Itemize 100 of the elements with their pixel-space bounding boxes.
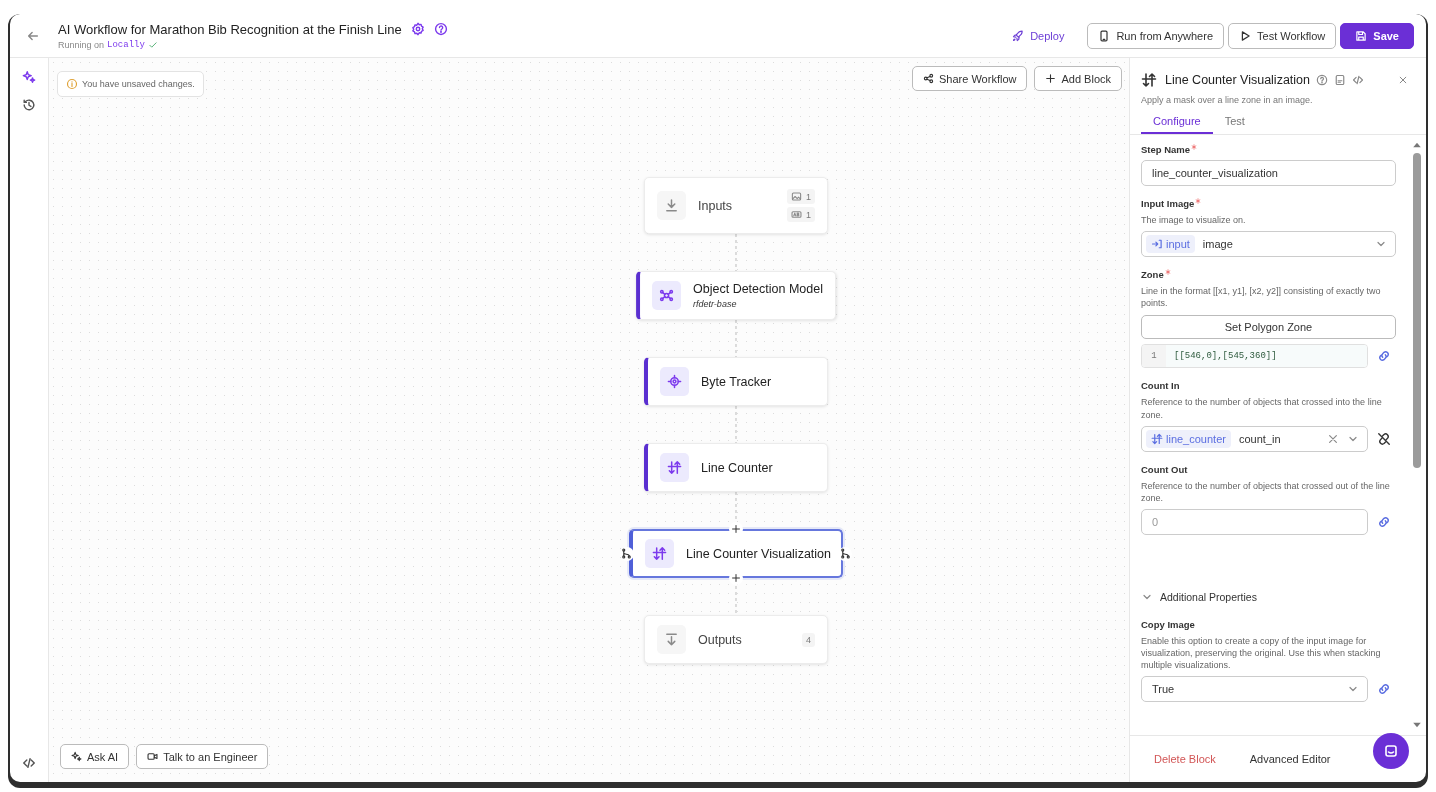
phone-icon xyxy=(1098,29,1111,42)
delete-button[interactable]: Delete Block xyxy=(1154,753,1216,765)
sparkle-icon xyxy=(71,751,82,762)
select-field[interactable]: True xyxy=(1141,676,1368,703)
share-icon xyxy=(923,73,935,84)
source-chip: line_counter xyxy=(1146,429,1231,448)
field-label: Count In xyxy=(1141,380,1180,392)
workflow-node[interactable]: Byte Tracker xyxy=(644,357,828,406)
notice-text: You have unsaved changes. xyxy=(82,79,195,89)
history-button[interactable] xyxy=(22,98,36,112)
connector xyxy=(735,585,737,616)
text-field-icon xyxy=(791,209,802,220)
workflow-node[interactable]: Line Counter Visualization xyxy=(629,529,843,578)
info-icon xyxy=(66,78,78,90)
workflow-node[interactable]: Line Counter xyxy=(644,443,828,492)
section-toggle[interactable]: Additional Properties xyxy=(1141,591,1257,603)
code-icon xyxy=(1352,74,1364,86)
test-button[interactable]: Test Workflow xyxy=(1228,22,1337,49)
image-icon xyxy=(791,191,802,202)
code-text: [[546,0],[545,360]] xyxy=(1166,345,1367,368)
field-description: Line in the format [[x1, y1], [x2, y2]] consisting of exactly two points. xyxy=(1141,285,1382,310)
panel-tab[interactable]: Configure xyxy=(1141,111,1213,134)
badge-count: 1 xyxy=(806,209,811,220)
node-subtitle: rfdetr-base xyxy=(693,299,738,309)
history-icon xyxy=(22,98,36,112)
field-description: Reference to the number of objects that crossed into the line zone. xyxy=(1141,396,1383,421)
environment-link[interactable]: Locally xyxy=(107,39,145,50)
branch-handle[interactable] xyxy=(620,546,634,561)
input-field[interactable]: 0 xyxy=(1141,509,1368,535)
badge-count: 1 xyxy=(806,191,811,202)
workflow-node[interactable]: Inputs 1 1 xyxy=(644,177,828,234)
connector xyxy=(735,491,737,522)
play-icon xyxy=(1239,29,1252,42)
chat-button[interactable] xyxy=(1373,733,1409,769)
help-icon xyxy=(433,22,448,36)
close-icon xyxy=(1398,75,1408,85)
plus-icon xyxy=(1045,73,1057,84)
panel-description: Apply a mask over a line zone in an image. xyxy=(1140,94,1314,105)
link-toggle[interactable] xyxy=(1377,515,1391,529)
reference-field[interactable]: input image xyxy=(1141,231,1396,258)
plus-icon xyxy=(731,524,741,534)
document-icon xyxy=(1334,74,1346,86)
download-icon xyxy=(664,198,679,213)
link-toggle[interactable] xyxy=(1377,682,1391,697)
arrows-icon xyxy=(1141,72,1157,88)
reference-field[interactable]: line_counter count_in xyxy=(1141,425,1368,452)
connector xyxy=(735,233,737,272)
arrow-in-icon xyxy=(1151,238,1163,251)
link-icon xyxy=(1377,515,1391,529)
download-icon xyxy=(664,632,679,647)
unlink-toggle[interactable] xyxy=(1377,431,1391,446)
run-button[interactable]: Run from Anywhere xyxy=(1087,22,1225,49)
ask-ai-button[interactable]: Ask AI xyxy=(60,744,130,769)
badge-count: 4 xyxy=(806,634,811,645)
branch-icon xyxy=(839,548,851,559)
connector xyxy=(735,405,737,444)
arrows-icon xyxy=(667,460,682,475)
code-view-button[interactable] xyxy=(22,756,36,770)
editor-button[interactable]: Advanced Editor xyxy=(1249,753,1331,765)
talk-button[interactable]: Talk to an Engineer xyxy=(136,744,269,769)
chat-icon xyxy=(1383,743,1399,759)
workflow-node[interactable]: Outputs 4 xyxy=(644,615,828,664)
set-zone-button[interactable]: Set Polygon Zone xyxy=(1141,315,1396,340)
running-label: Running on xyxy=(58,39,105,50)
panel-title: Line Counter Visualization xyxy=(1165,73,1310,87)
rocket-icon xyxy=(1012,29,1025,42)
line-number: 1 xyxy=(1142,345,1166,368)
link-icon xyxy=(1377,349,1391,364)
arrows-icon xyxy=(652,546,667,561)
input-field[interactable]: line_counter_visualization xyxy=(1141,160,1396,186)
node-title: Line Counter xyxy=(701,460,773,475)
branch-icon xyxy=(621,548,633,559)
link-toggle[interactable] xyxy=(1377,349,1391,364)
field-label: Step Name xyxy=(1141,144,1191,155)
field-label: Input Image xyxy=(1141,198,1195,209)
save-icon xyxy=(1355,29,1368,42)
network-icon xyxy=(659,288,675,303)
link-icon xyxy=(1377,682,1391,697)
check-icon xyxy=(147,39,158,50)
field-description: Reference to the number of objects that crossed out of the line zone. xyxy=(1141,479,1391,504)
workflow-node[interactable]: Object Detection Model rfdetr-base xyxy=(636,271,836,320)
code-icon xyxy=(22,756,36,770)
save-button[interactable]: Save xyxy=(1340,22,1414,49)
selected-value: count_in xyxy=(1238,432,1281,445)
ai-assistant-button[interactable] xyxy=(22,70,36,84)
selected-value: image xyxy=(1202,238,1233,251)
share-button[interactable]: Share Workflow xyxy=(912,66,1028,91)
add-block-button[interactable]: Add Block xyxy=(1034,66,1122,91)
selected-value: True xyxy=(1152,683,1175,696)
connector xyxy=(735,319,737,358)
video-icon xyxy=(147,751,159,762)
code-editor[interactable]: 1 [[546,0],[545,360]] xyxy=(1141,344,1368,369)
field-label: Zone xyxy=(1141,269,1164,281)
arrows-icon xyxy=(1151,432,1163,445)
node-title: Byte Tracker xyxy=(701,374,772,389)
settings-icon xyxy=(410,22,425,36)
node-title: Outputs xyxy=(698,632,742,647)
field-description: The image to visualize on. xyxy=(1141,214,1247,227)
panel-tab[interactable]: Test xyxy=(1212,111,1257,134)
field-label: Copy Image xyxy=(1141,619,1195,630)
